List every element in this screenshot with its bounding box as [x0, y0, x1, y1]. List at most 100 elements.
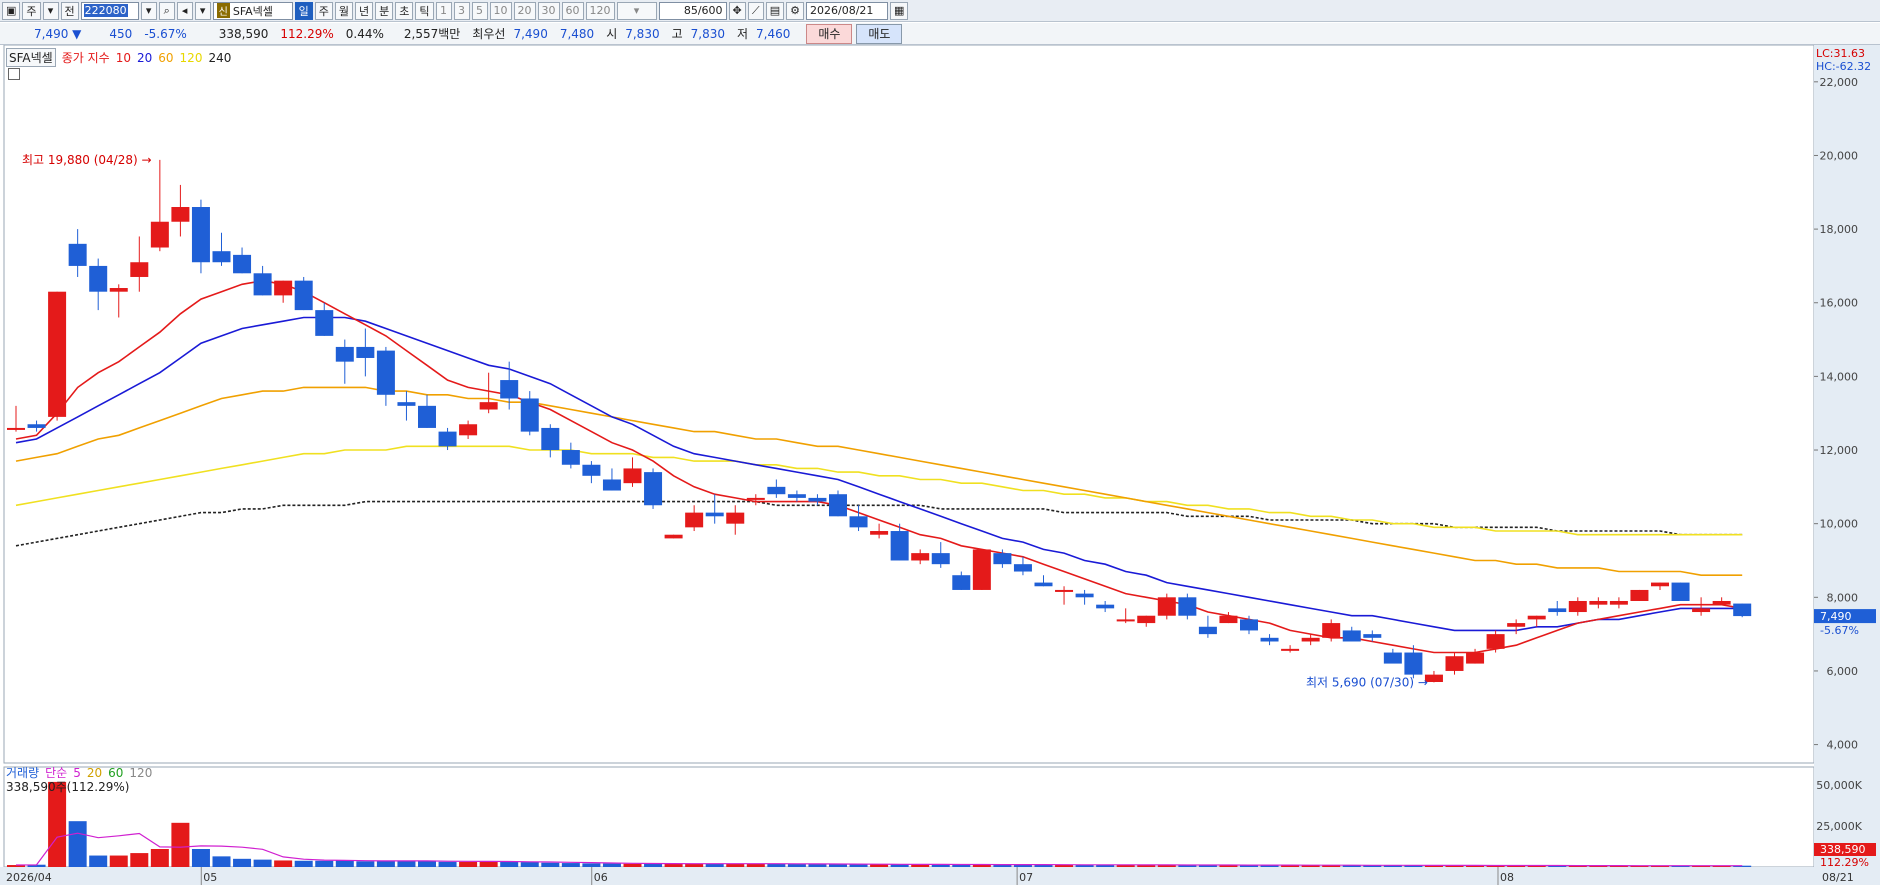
best-ask: 7,490 — [513, 26, 548, 41]
candle-body — [500, 380, 519, 399]
candle-body — [7, 427, 25, 430]
buy-button[interactable]: 매수 — [806, 23, 853, 44]
chevron-down-icon[interactable]: ▾ — [42, 1, 59, 20]
move-icon[interactable]: ✥ — [728, 1, 746, 20]
candle-body — [1651, 582, 1669, 587]
candle-body — [1712, 600, 1731, 605]
volume-bar — [767, 863, 786, 867]
interval-60[interactable]: 60 — [561, 1, 584, 20]
candle-body — [541, 427, 560, 451]
range-select[interactable]: 전 — [60, 1, 79, 20]
best-price-label: 최우선 — [472, 27, 506, 41]
candle-body — [27, 424, 46, 428]
stock-name: SFA넥셀 — [232, 4, 273, 18]
candle-body — [644, 472, 663, 506]
interval-5[interactable]: 5 — [471, 1, 488, 20]
best-bid: 7,480 — [559, 26, 595, 41]
interval-30[interactable]: 30 — [537, 1, 560, 20]
calendar-icon[interactable]: ▦ — [890, 1, 909, 20]
volume-bar — [500, 861, 519, 867]
speaker-icon[interactable]: ◂ — [176, 1, 193, 20]
candle-body — [1281, 648, 1300, 651]
volume-bar — [479, 861, 498, 867]
chevron-down-icon[interactable]: ▾ — [194, 1, 211, 20]
period-tab-day[interactable]: 일 — [294, 1, 313, 20]
save-icon[interactable]: ▤ — [765, 1, 785, 20]
price-tick-label: 8,000 — [1827, 591, 1859, 604]
last-price-label: 7,490 — [1820, 610, 1852, 623]
candle-body — [952, 575, 971, 590]
price-chart[interactable]: 22,000 20,000 18,000 16,000 14,000 12,000 10,0… — [0, 45, 1880, 885]
candle-body — [767, 486, 786, 495]
draw-icon[interactable]: ⟋ — [747, 1, 764, 20]
gear-icon[interactable]: ⚙ — [786, 1, 805, 20]
period-tab-minute[interactable]: 분 — [375, 1, 394, 20]
candle-body — [520, 398, 539, 432]
candle-body — [89, 265, 108, 292]
candle-body — [1342, 630, 1361, 642]
price-tick-label: 18,000 — [1820, 223, 1859, 236]
interval-20[interactable]: 20 — [513, 1, 536, 20]
volume-bar — [191, 849, 210, 867]
price-change-pct: -5.67% — [144, 26, 187, 41]
period-tab-tick[interactable]: 틱 — [415, 1, 434, 20]
candle-body — [335, 346, 354, 362]
last-volume-label: 338,590 — [1820, 843, 1866, 856]
interval-10[interactable]: 10 — [489, 1, 512, 20]
candle-body — [1630, 589, 1649, 601]
legend-ma60: 60 — [158, 50, 174, 65]
search-icon[interactable]: ⌕ — [158, 1, 175, 20]
chart-legend: SFA넥셀 종가 지수 10 20 60 120 240 — [6, 48, 231, 67]
volume-bar — [356, 861, 375, 867]
candle-body — [212, 251, 231, 263]
data-count-field[interactable]: 85/600 — [658, 1, 727, 20]
period-label: 주 — [26, 4, 37, 18]
high-price: 7,830 — [690, 26, 725, 41]
candle-body — [1568, 600, 1587, 613]
candle-body — [1157, 597, 1176, 616]
candle-body — [1383, 652, 1402, 664]
volume-bar — [644, 863, 663, 867]
candle-body — [274, 280, 293, 296]
low-price: 7,460 — [756, 26, 791, 41]
time-axis-label: 05 — [203, 871, 217, 884]
interval-dropdown[interactable]: ▾ — [616, 1, 657, 20]
volume-bar — [438, 861, 457, 867]
period-select[interactable]: 주 — [22, 1, 41, 20]
volume-bar — [212, 856, 231, 867]
period-tab-second[interactable]: 초 — [395, 1, 414, 20]
interval-120[interactable]: 120 — [585, 1, 615, 20]
volume-bar — [335, 860, 354, 867]
candle-body — [602, 479, 621, 491]
stock-code-input[interactable]: 222080 — [80, 1, 139, 20]
price-tick-label: 14,000 — [1820, 370, 1859, 383]
volume-value: 338,590 — [218, 26, 269, 41]
candle-body — [911, 553, 930, 561]
layout-icon[interactable]: ▣ — [2, 1, 21, 20]
candle-body — [705, 512, 724, 517]
last-price-pct: -5.67% — [1820, 624, 1859, 637]
chevron-down-icon[interactable]: ▾ — [140, 1, 157, 20]
period-tab-month[interactable]: 월 — [334, 1, 354, 20]
lc-label: LC:31.63 — [1816, 47, 1865, 60]
candle-body — [1055, 589, 1074, 592]
period-tab-week[interactable]: 주 — [314, 1, 333, 20]
interval-1[interactable]: 1 — [435, 1, 452, 20]
candle-body — [1137, 615, 1156, 624]
sell-button[interactable]: 매도 — [856, 23, 903, 44]
candle-body — [48, 291, 67, 417]
date-field[interactable]: 2026/08/21 — [806, 1, 889, 20]
grid-icon[interactable] — [8, 68, 20, 80]
price-tick-label: 12,000 — [1820, 444, 1859, 457]
stock-name-field[interactable]: 신 SFA넥셀 — [212, 1, 293, 20]
price-panel — [3, 45, 1815, 764]
legend-ma20: 20 — [136, 50, 153, 65]
volume-ma120: 120 — [129, 765, 153, 780]
volume-bar — [520, 862, 539, 867]
interval-3[interactable]: 3 — [453, 1, 470, 20]
candle-body — [1609, 600, 1628, 605]
stock-code-value: 222080 — [83, 4, 128, 17]
volume-bar — [787, 864, 806, 867]
candle-body — [1527, 615, 1546, 620]
period-tab-year[interactable]: 년 — [355, 1, 374, 20]
